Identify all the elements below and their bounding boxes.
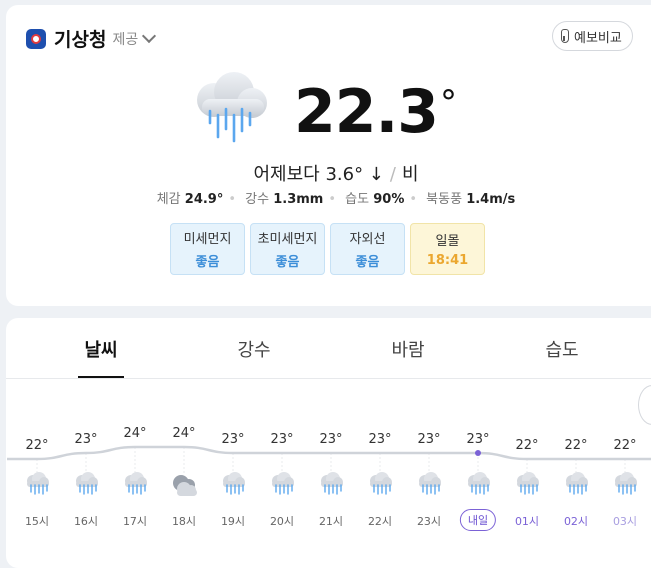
current-temperature: 22.3°	[294, 77, 457, 147]
hour-temp: 23°	[74, 432, 98, 447]
hour-label: 20시	[269, 515, 295, 528]
tab-humidity[interactable]: 습도	[545, 336, 578, 362]
hour-temp: 22°	[564, 438, 588, 453]
temperature-line	[7, 445, 651, 461]
rain-cloud-icon	[223, 472, 245, 495]
hour-label: 18시	[171, 515, 197, 528]
chevron-down-icon	[142, 28, 157, 43]
rain-cloud-icon	[197, 72, 267, 143]
rain-cloud-icon	[419, 472, 441, 495]
rain-cloud-icon	[27, 472, 49, 495]
rain-cloud-icon	[272, 472, 294, 495]
hour-temp: 23°	[270, 432, 294, 447]
temperature-line-chart	[7, 445, 651, 496]
hour-label: 15시	[24, 515, 50, 528]
hour-label: 22시	[367, 515, 393, 528]
fine-dust-badge[interactable]: 미세먼지 좋음	[170, 223, 245, 275]
hour-temp: 22°	[25, 438, 49, 453]
current-weather-card: 기상청 제공 예보비교 22.3° 어제보다 3.6° ↓/비 체감 24.	[6, 5, 651, 306]
hour-label: 17시	[122, 515, 148, 528]
provider-sub: 제공	[112, 31, 139, 48]
tomorrow-marker: 내일	[459, 509, 497, 531]
hour-temp: 22°	[515, 438, 539, 453]
hour-temp: 22°	[613, 438, 637, 453]
hour-temp: 24°	[172, 426, 196, 441]
uv-badge[interactable]: 자외선 좋음	[330, 223, 405, 275]
sunset-badge[interactable]: 일몰 18:41	[410, 223, 485, 275]
rain-cloud-icon	[566, 472, 588, 495]
rain-cloud-icon	[370, 472, 392, 495]
hour-label: 03시	[612, 515, 638, 528]
hour-temp: 23°	[466, 432, 490, 447]
hour-label: 16시	[73, 515, 99, 528]
rain-cloud-icon	[468, 472, 490, 495]
thermometer-icon	[561, 29, 569, 43]
active-tab-indicator	[78, 376, 124, 378]
rain-cloud-icon	[615, 472, 637, 495]
hour-label: 01시	[514, 515, 540, 528]
kma-logo-icon	[26, 28, 46, 49]
forecast-compare-label: 예보비교	[574, 30, 622, 46]
ultrafine-dust-badge[interactable]: 초미세먼지 좋음	[250, 223, 325, 275]
current-point	[475, 450, 481, 456]
hour-temp: 23°	[221, 432, 245, 447]
rain-cloud-icon	[517, 472, 539, 495]
hour-temp: 23°	[368, 432, 392, 447]
rain-cloud-icon	[125, 472, 147, 495]
hour-temp: 23°	[319, 432, 343, 447]
provider-name: 기상청	[54, 29, 107, 51]
tab-weather[interactable]: 날씨	[84, 336, 117, 362]
hour-temp: 23°	[417, 432, 441, 447]
forecast-compare-button[interactable]: 예보비교	[552, 21, 633, 51]
hourly-forecast-strip[interactable]: 22° 15시 23° 16시 24° 17시 24° 18시 23° 19시 23° 20시 23° 2…	[6, 388, 651, 568]
forecast-tabs: 날씨 강수 바람 습도	[6, 318, 651, 379]
provider-selector[interactable]: 기상청 제공	[26, 25, 157, 52]
hour-temp: 24°	[123, 426, 147, 441]
air-quality-badges: 미세먼지 좋음 초미세먼지 좋음 자외선 좋음 일몰 18:41	[170, 223, 485, 275]
rain-cloud-icon	[76, 472, 98, 495]
tab-wind[interactable]: 바람	[391, 336, 424, 362]
weather-details: 체감 24.9° • 강수 1.3mm • 습도 90% • 북동풍 1.4m/s	[156, 192, 516, 207]
hour-label: 19시	[220, 515, 246, 528]
yesterday-comparison: 어제보다 3.6° ↓ / 비	[253, 164, 419, 185]
tab-precipitation[interactable]: 강수	[237, 336, 270, 362]
hourly-forecast-card: 날씨 강수 바람 습도 22° 15시 23° 16시 24° 17시 24° 18시 23° 1…	[6, 318, 651, 568]
hour-label: 21시	[318, 515, 344, 528]
cloudy-icon	[173, 475, 197, 496]
hour-label: 02시	[563, 515, 589, 528]
hour-label: 23시	[416, 515, 442, 528]
rain-cloud-icon	[321, 472, 343, 495]
